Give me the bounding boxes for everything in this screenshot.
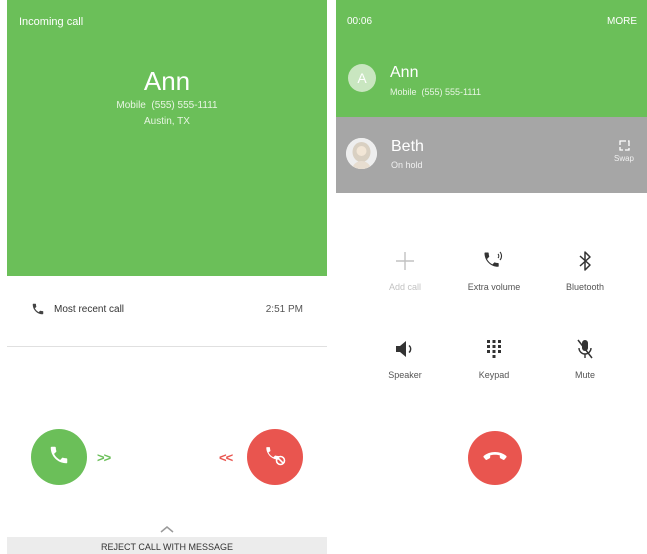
- speaker-button[interactable]: Speaker: [360, 338, 450, 380]
- end-call-button[interactable]: [468, 431, 522, 485]
- caller-name: Ann: [143, 66, 191, 96]
- keypad-label: Keypad: [478, 370, 510, 380]
- active-call-header: 00:06 MORE A Ann Mobile (555) 555-1111: [336, 0, 647, 117]
- chevron-up-icon[interactable]: [159, 520, 175, 538]
- decline-phone-icon: [263, 443, 287, 472]
- speaker-label: Speaker: [388, 370, 422, 380]
- add-call-label: Add call: [388, 282, 422, 292]
- swap-label: Swap: [613, 154, 634, 163]
- reject-with-message-bar[interactable]: REJECT CALL WITH MESSAGE: [7, 537, 327, 554]
- incoming-call-screen: Incoming call Ann Mobile (555) 555-1111 …: [7, 0, 327, 554]
- mute-icon: [540, 338, 630, 364]
- call-timer: 00:06: [347, 16, 373, 27]
- phone-volume-icon: [449, 250, 539, 276]
- extra-volume-button[interactable]: Extra volume: [449, 250, 539, 292]
- phone-icon: [31, 302, 45, 321]
- keypad-icon: [449, 338, 539, 364]
- most-recent-call-time: 2:51 PM: [265, 304, 303, 315]
- bluetooth-label: Bluetooth: [565, 282, 605, 292]
- bluetooth-button[interactable]: Bluetooth: [540, 250, 630, 292]
- held-call-row[interactable]: Beth On hold Swap: [336, 117, 647, 193]
- caller-header: Incoming call Ann Mobile (555) 555-1111 …: [7, 0, 327, 276]
- most-recent-call-label: Most recent call: [54, 304, 125, 315]
- mute-label: Mute: [574, 370, 595, 380]
- avatar: A: [348, 64, 376, 92]
- caller-number: Mobile (555) 555-1111: [116, 100, 218, 111]
- bluetooth-icon: [540, 250, 630, 276]
- keypad-button[interactable]: Keypad: [449, 338, 539, 380]
- swap-icon: [609, 139, 639, 154]
- hang-up-icon: [482, 449, 508, 468]
- active-caller-number: Mobile (555) 555-1111: [390, 87, 482, 97]
- decline-call-button[interactable]: [247, 429, 303, 485]
- add-call-button[interactable]: Add call: [360, 250, 450, 292]
- plus-icon: [360, 250, 450, 276]
- avatar-letter: A: [357, 70, 367, 86]
- answer-call-button[interactable]: [31, 429, 87, 485]
- active-call-screen: 00:06 MORE A Ann Mobile (555) 555-1111 B…: [336, 0, 647, 554]
- caller-location: Austin, TX: [144, 116, 190, 127]
- more-menu-button[interactable]: MORE: [607, 16, 637, 27]
- most-recent-call-row: Most recent call 2:51 PM: [7, 276, 327, 346]
- active-caller-name: Ann: [390, 64, 419, 81]
- held-call-status: On hold: [391, 160, 423, 170]
- speaker-icon: [360, 338, 450, 364]
- swipe-left-chevrons-icon: <<: [219, 450, 233, 465]
- mute-button[interactable]: Mute: [540, 338, 630, 380]
- extra-volume-label: Extra volume: [467, 282, 521, 292]
- divider: [7, 346, 327, 347]
- held-caller-name: Beth: [391, 138, 424, 155]
- swipe-right-chevrons-icon: >>: [97, 450, 111, 465]
- call-status-label: Incoming call: [19, 16, 84, 28]
- reject-with-message-label: REJECT CALL WITH MESSAGE: [100, 542, 234, 552]
- swap-button[interactable]: Swap: [609, 139, 639, 163]
- avatar: [346, 138, 377, 169]
- phone-icon: [48, 444, 70, 471]
